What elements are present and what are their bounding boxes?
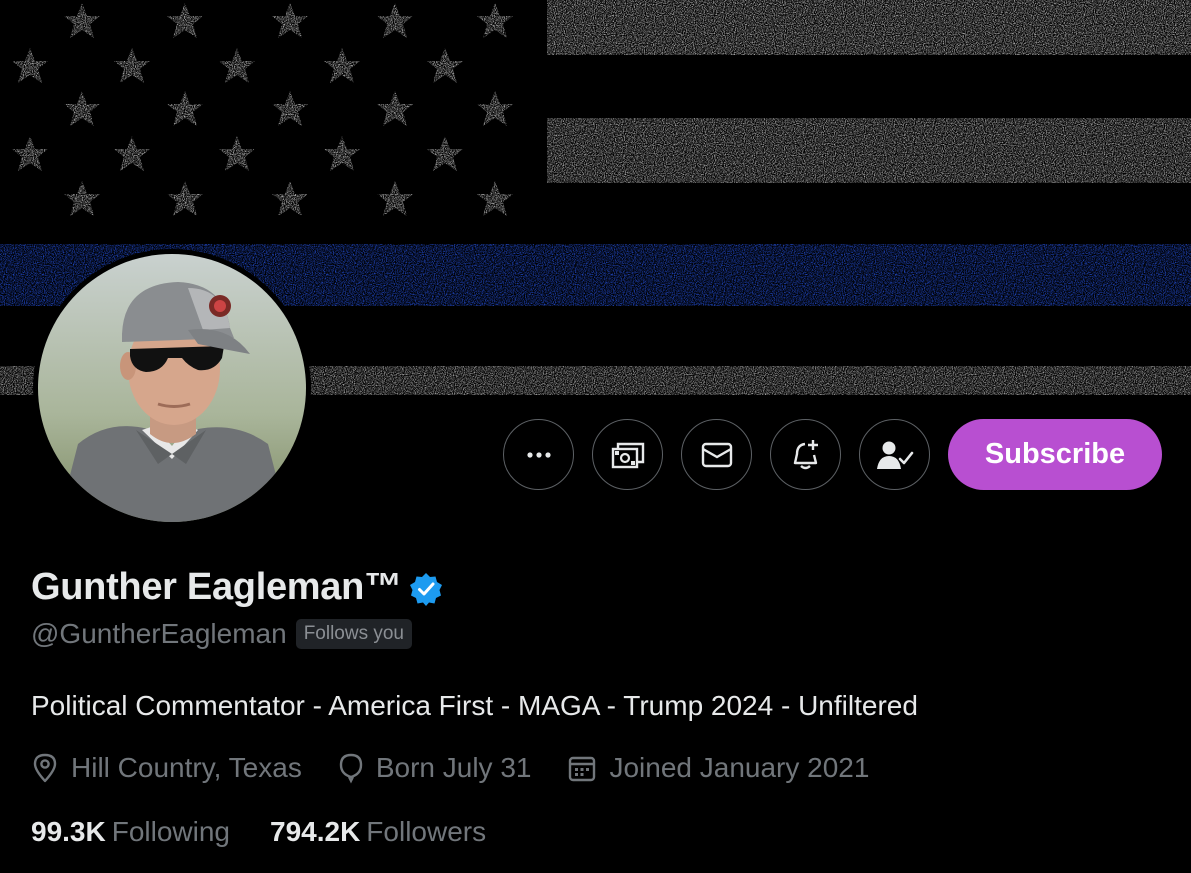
followers-count: 794.2K	[270, 816, 361, 847]
display-name: Gunther Eagleman™	[31, 566, 402, 608]
profile-actions: Subscribe	[503, 419, 1162, 490]
more-options-icon	[526, 451, 551, 458]
handle-row: @GuntherEagleman Follows you	[31, 618, 413, 650]
subscribe-button[interactable]: Subscribe	[948, 419, 1162, 490]
followers-link[interactable]: 794.2K Followers	[270, 816, 486, 848]
location-item: Hill Country, Texas	[31, 752, 302, 784]
following-link[interactable]: 99.3K Following	[31, 816, 230, 848]
message-button[interactable]	[681, 419, 752, 490]
followers-label: Followers	[366, 816, 487, 847]
person-check-icon	[876, 441, 913, 469]
balloon-icon	[339, 753, 363, 784]
envelope-icon	[701, 442, 732, 467]
birthday-text: Born July 31	[375, 752, 532, 783]
name-row: Gunther Eagleman™	[31, 566, 444, 609]
bell-plus-icon	[793, 439, 818, 469]
verified-badge-icon[interactable]	[408, 571, 444, 607]
birthday-item: Born July 31	[338, 752, 532, 784]
location-pin-icon	[33, 753, 57, 783]
tip-button[interactable]	[592, 419, 663, 490]
calendar-icon	[569, 756, 596, 782]
following-label: Following	[111, 816, 230, 847]
more-options-button[interactable]	[503, 419, 574, 490]
joined-item: Joined January 2021	[567, 752, 869, 784]
tip-money-icon	[611, 442, 644, 468]
following-button[interactable]	[859, 419, 930, 490]
location-text: Hill Country, Texas	[71, 752, 302, 783]
follows-you-badge: Follows you	[295, 619, 413, 649]
joined-text: Joined January 2021	[609, 752, 870, 783]
notifications-button[interactable]	[770, 419, 841, 490]
username-handle: @GuntherEagleman	[31, 618, 287, 649]
avatar-photo	[38, 254, 306, 522]
following-count: 99.3K	[31, 816, 106, 847]
profile-meta: Hill Country, Texas Born July 31 Joined …	[31, 752, 905, 784]
profile-avatar[interactable]	[33, 249, 311, 527]
profile-bio: Political Commentator - America First - …	[31, 690, 918, 721]
follow-stats: 99.3K Following 794.2K Followers	[31, 816, 526, 848]
